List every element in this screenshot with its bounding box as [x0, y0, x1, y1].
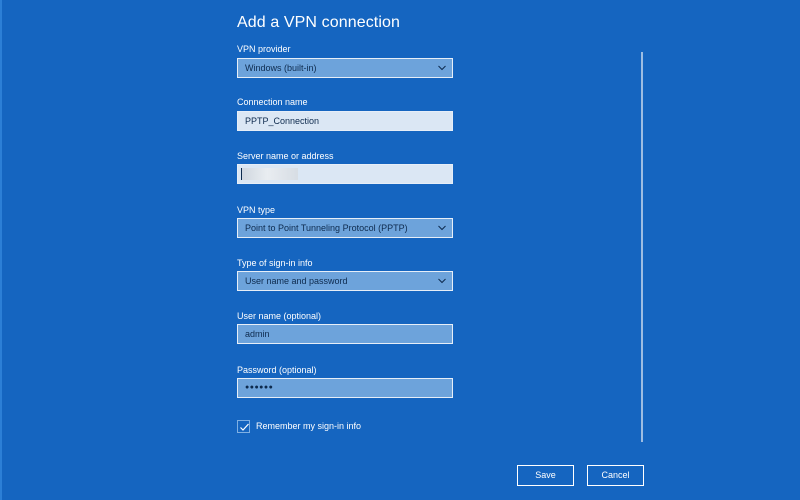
chevron-down-icon — [438, 65, 446, 71]
chevron-down-icon — [438, 278, 446, 284]
remember-signin-checkbox[interactable] — [237, 420, 250, 433]
vpn-type-label: VPN type — [237, 205, 276, 215]
password-value: ●●●●●● — [245, 384, 274, 391]
redacted-server-address — [242, 168, 298, 180]
dialog-title: Add a VPN connection — [237, 14, 400, 31]
vpn-provider-select[interactable]: Windows (built-in) — [237, 58, 453, 78]
signin-type-label: Type of sign-in info — [237, 258, 313, 268]
connection-name-value: PPTP_Connection — [245, 116, 320, 126]
vpn-type-value: Point to Point Tunneling Protocol (PPTP) — [245, 223, 408, 233]
server-name-label: Server name or address — [237, 151, 334, 161]
password-label: Password (optional) — [237, 365, 317, 375]
password-input[interactable]: ●●●●●● — [237, 378, 453, 398]
save-button[interactable]: Save — [517, 465, 574, 486]
connection-name-label: Connection name — [237, 97, 308, 107]
scrollbar[interactable] — [641, 52, 643, 442]
username-label: User name (optional) — [237, 311, 322, 321]
cancel-button[interactable]: Cancel — [587, 465, 644, 486]
signin-type-select[interactable]: User name and password — [237, 271, 453, 291]
vpn-provider-value: Windows (built-in) — [245, 63, 317, 73]
vpn-provider-label: VPN provider — [237, 44, 291, 54]
server-name-input[interactable] — [237, 164, 453, 184]
chevron-down-icon — [438, 225, 446, 231]
remember-signin-label: Remember my sign-in info — [256, 421, 362, 431]
checkmark-icon — [240, 423, 249, 431]
signin-type-value: User name and password — [245, 276, 348, 286]
vpn-type-select[interactable]: Point to Point Tunneling Protocol (PPTP) — [237, 218, 453, 238]
username-input[interactable]: admin — [237, 324, 453, 344]
window-left-edge — [0, 0, 2, 500]
connection-name-input[interactable]: PPTP_Connection — [237, 111, 453, 131]
username-value: admin — [245, 329, 270, 339]
